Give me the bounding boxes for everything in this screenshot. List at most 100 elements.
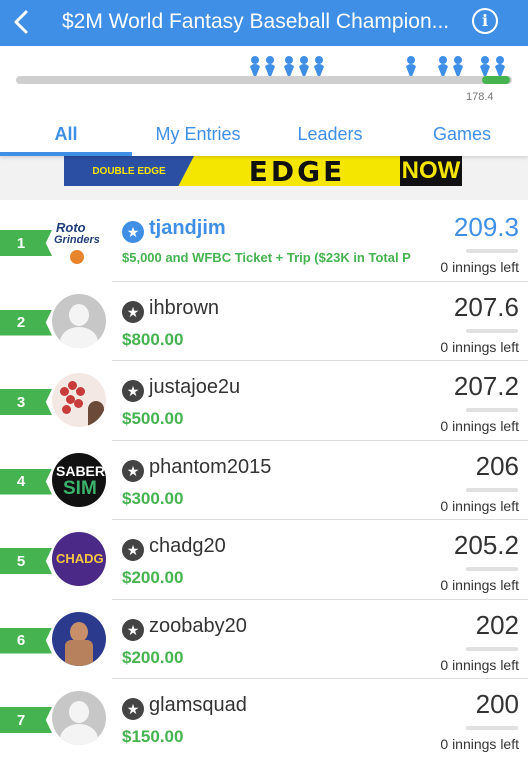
avatar-text: CHADG — [56, 551, 104, 566]
avatar-emblem — [70, 250, 84, 264]
avatar-figure — [88, 401, 104, 427]
innings-left: 0 innings left — [438, 497, 519, 514]
innings-progress-bar — [466, 726, 518, 730]
rank-badge: 1 — [0, 230, 52, 256]
chevron-left-icon[interactable] — [8, 7, 36, 37]
tab-all[interactable]: All — [0, 108, 132, 156]
banner-logo: DOUBLE EDGE — [64, 156, 194, 186]
innings-progress-bar — [466, 408, 518, 412]
list-item[interactable]: 7 ★ glamsquad $150.00 200 0 innings left — [0, 679, 528, 759]
star-icon: ★ — [122, 380, 144, 402]
innings-left: 0 innings left — [438, 418, 519, 434]
banner-headline: EDGE — [248, 156, 346, 186]
entry-score: 205.2 — [453, 530, 519, 560]
username[interactable]: justajoe2u — [149, 376, 240, 399]
prize-amount: $200.00 — [122, 647, 184, 667]
person-icon — [248, 56, 262, 76]
tab-leaders[interactable]: Leaders — [264, 108, 396, 156]
entry-score: 209.3 — [453, 212, 519, 242]
list-item[interactable]: 3 ★ justajoe2u $500.00 207.2 0 innings l… — [0, 361, 528, 441]
star-icon: ★ — [122, 618, 144, 641]
rank-badge: 7 — [0, 707, 52, 733]
tab-games[interactable]: Games — [396, 108, 528, 156]
rank-badge: 4 — [0, 468, 52, 495]
avatar — [52, 611, 106, 666]
entry-score: 200 — [475, 689, 519, 719]
banner-area: DOUBLE EDGE EDGE NOW — [0, 156, 528, 200]
innings-left: 0 innings left — [438, 577, 519, 593]
person-icon-group — [436, 56, 465, 76]
person-icon-group — [282, 56, 326, 76]
star-icon: ★ — [122, 539, 144, 561]
rank-badge: 5 — [0, 548, 52, 574]
avatar — [52, 691, 106, 745]
info-icon[interactable]: i — [472, 8, 498, 34]
username[interactable]: glamsquad — [149, 694, 247, 717]
top-bar: $2M World Fantasy Baseball Champion... i — [0, 0, 528, 46]
person-icon — [312, 56, 326, 76]
username[interactable]: zoobaby20 — [149, 615, 247, 638]
avatar: Roto Grinders — [52, 214, 106, 268]
person-icon-group — [404, 56, 418, 76]
entry-score: 202 — [475, 609, 519, 640]
rank-badge: 2 — [0, 309, 52, 336]
person-icon — [436, 56, 450, 76]
avatar — [52, 373, 106, 427]
innings-left: 0 innings left — [438, 656, 519, 673]
prize-amount: $800.00 — [122, 329, 184, 349]
rank-badge: 6 — [0, 627, 52, 654]
prize-amount: $300.00 — [122, 488, 184, 508]
star-icon: ★ — [122, 459, 144, 482]
list-item[interactable]: 1 Roto Grinders ★ tjandjim $5,000 and WF… — [0, 202, 528, 282]
person-icon — [263, 56, 277, 76]
avatar: CHADG — [52, 532, 106, 586]
avatar-placeholder-head — [69, 701, 89, 723]
username[interactable]: phantom2015 — [149, 456, 271, 479]
star-icon: ★ — [122, 221, 144, 243]
avatar-placeholder-body — [60, 326, 98, 348]
username[interactable]: ihbrown — [149, 297, 219, 320]
person-icon-group — [478, 56, 507, 76]
rank-badge: 3 — [0, 389, 52, 415]
progress-fill — [482, 76, 510, 84]
contest-title: $2M World Fantasy Baseball Champion... — [62, 10, 450, 33]
heart-balloon — [62, 405, 71, 414]
username[interactable]: chadg20 — [149, 535, 226, 558]
star-icon: ★ — [122, 300, 144, 323]
heart-balloon — [76, 387, 85, 396]
entry-score: 206 — [475, 450, 519, 481]
innings-progress-bar — [466, 567, 518, 571]
list-item[interactable]: 6 ★ zoobaby20 $200.00 202 0 innings left — [0, 600, 528, 679]
score-marker: 178.4 — [466, 91, 494, 103]
banner-cta: NOW — [400, 156, 462, 186]
tab-my-entries[interactable]: My Entries — [132, 108, 264, 156]
avatar-placeholder-body — [60, 724, 98, 745]
username[interactable]: tjandjim — [149, 217, 226, 240]
heart-balloon — [74, 399, 83, 408]
innings-left: 0 innings left — [438, 736, 519, 752]
tab-bar: All My Entries Leaders Games — [0, 108, 528, 156]
innings-progress-bar — [466, 487, 518, 492]
list-item[interactable]: 4 SABER SIM ★ phantom2015 $300.00 206 0 … — [0, 441, 528, 520]
avatar-text: SABER — [56, 462, 106, 479]
avatar-text: Grinders — [54, 234, 100, 246]
ad-banner[interactable]: DOUBLE EDGE EDGE NOW — [64, 156, 462, 186]
avatar-figure-body — [65, 639, 93, 666]
person-icon — [478, 56, 492, 76]
person-icon — [451, 56, 465, 76]
list-item[interactable]: 5 CHADG ★ chadg20 $200.00 205.2 0 inning… — [0, 520, 528, 600]
list-item[interactable]: 2 ★ ihbrown $800.00 207.6 0 innings left — [0, 282, 528, 361]
person-icon — [404, 56, 418, 76]
innings-progress-bar — [466, 249, 518, 253]
leaderboard-list: 1 Roto Grinders ★ tjandjim $5,000 and WF… — [0, 202, 528, 759]
person-icon — [282, 56, 296, 76]
prize-amount: $5,000 and WFBC Ticket + Trip ($23K in T… — [122, 250, 411, 265]
innings-progress-bar — [466, 646, 518, 651]
entry-score: 207.6 — [453, 291, 519, 322]
prize-amount: $200.00 — [122, 568, 184, 587]
avatar-text: Roto — [56, 220, 86, 235]
avatar: SABER SIM — [52, 452, 106, 507]
innings-left: 0 innings left — [438, 259, 519, 275]
prize-amount: $500.00 — [122, 409, 184, 428]
person-icon — [297, 56, 311, 76]
